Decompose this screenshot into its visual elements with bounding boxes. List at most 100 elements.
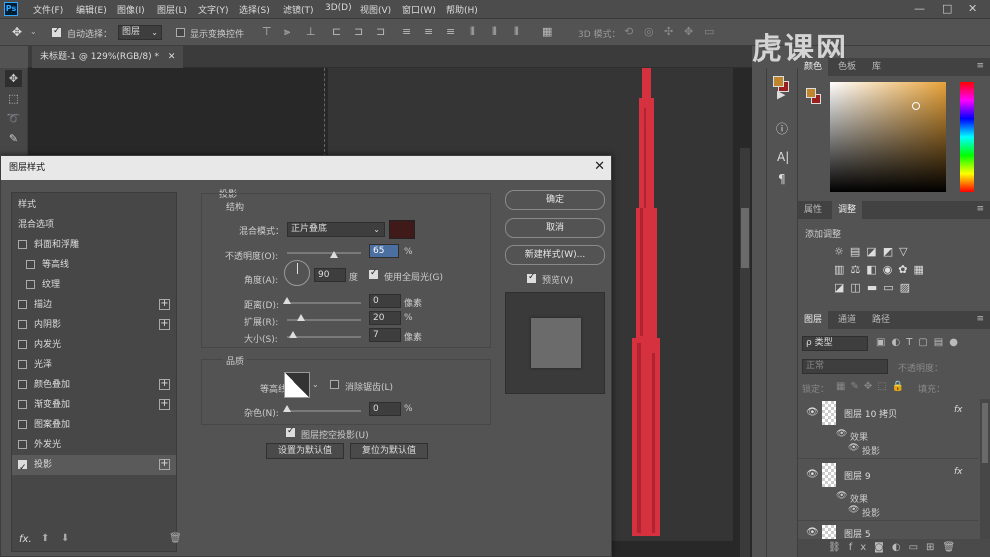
- move-tool-icon[interactable]: ✥: [5, 70, 22, 87]
- reset-default-button[interactable]: 复位为默认值: [350, 443, 428, 459]
- eye-icon[interactable]: 👁: [806, 407, 819, 418]
- style-checkbox[interactable]: [18, 360, 27, 369]
- chevron-down-icon[interactable]: ⌄: [30, 27, 37, 36]
- color-balance-icon[interactable]: ⚖: [850, 263, 866, 276]
- layer-item[interactable]: 👁 图层 10 拷贝 fx 👁 效果 👁 投影: [798, 399, 978, 459]
- gradient-map-icon[interactable]: ▭: [883, 281, 899, 294]
- filter-shape-icon[interactable]: ▢: [918, 337, 933, 348]
- close-tab-icon[interactable]: ✕: [168, 52, 176, 62]
- add-effect-icon[interactable]: +: [159, 399, 170, 410]
- eye-icon[interactable]: 👁: [848, 443, 859, 453]
- distance-slider-thumb[interactable]: [283, 297, 291, 304]
- style-item[interactable]: 光泽: [12, 355, 176, 375]
- eye-icon[interactable]: 👁: [836, 491, 847, 501]
- info-icon[interactable]: ⓘ: [776, 120, 788, 137]
- panel-menu-icon[interactable]: ≡: [976, 204, 984, 214]
- cancel-button[interactable]: 取消: [505, 218, 605, 238]
- align-left-icon[interactable]: ⊏: [332, 25, 341, 38]
- scrollbar-thumb[interactable]: [982, 403, 988, 463]
- layer-name[interactable]: 图层 10 拷贝: [844, 407, 897, 420]
- scrollbar-thumb[interactable]: [741, 208, 749, 268]
- color-fg-bg[interactable]: [806, 88, 821, 104]
- fx-badge[interactable]: fx: [954, 467, 963, 477]
- channel-mixer-icon[interactable]: ✿: [898, 263, 913, 276]
- 3d-slide-icon[interactable]: ✥: [684, 25, 693, 38]
- lasso-tool-icon[interactable]: ➰: [5, 110, 22, 127]
- style-item[interactable]: 斜面和浮雕: [12, 235, 176, 255]
- size-slider-thumb[interactable]: [289, 331, 297, 338]
- 3d-scale-icon[interactable]: ▭: [704, 25, 714, 38]
- size-slider[interactable]: [287, 336, 361, 338]
- set-default-button[interactable]: 设置为默认值: [266, 443, 344, 459]
- 3d-pan-icon[interactable]: ✣: [664, 25, 673, 38]
- tab-paths[interactable]: 路径: [866, 311, 896, 329]
- close-icon[interactable]: ✕: [594, 159, 605, 174]
- auto-select-checkbox[interactable]: [52, 26, 61, 37]
- distance-input[interactable]: 0: [369, 294, 401, 308]
- anti-alias-checkbox[interactable]: [330, 380, 339, 389]
- opacity-input[interactable]: 65: [369, 244, 399, 258]
- menu-file[interactable]: 文件(F): [33, 3, 63, 16]
- threshold-icon[interactable]: ▬: [867, 281, 883, 294]
- posterize-icon[interactable]: ◫: [850, 281, 866, 294]
- opacity-slider-thumb[interactable]: [330, 251, 338, 258]
- add-effect-icon[interactable]: +: [159, 319, 170, 330]
- tab-properties[interactable]: 属性: [798, 201, 828, 219]
- 3d-roll-icon[interactable]: ◎: [644, 25, 654, 38]
- add-effect-icon[interactable]: +: [159, 459, 170, 470]
- lock-icons[interactable]: ▦✎✥⬚🔒: [836, 381, 909, 392]
- opacity-slider[interactable]: [287, 252, 361, 254]
- size-input[interactable]: 7: [369, 328, 401, 342]
- panel-menu-icon[interactable]: ≡: [976, 61, 984, 71]
- distribute-hcenter-icon[interactable]: ⦀: [492, 25, 497, 39]
- style-item[interactable]: 渐变叠加 +: [12, 395, 176, 415]
- distribute-top-icon[interactable]: ≡: [402, 25, 411, 38]
- filter-adjust-icon[interactable]: ◐: [891, 337, 906, 348]
- link-icon[interactable]: ⛓: [828, 542, 849, 553]
- add-effect-icon[interactable]: +: [159, 379, 170, 390]
- filter-smart-icon[interactable]: ▤: [934, 337, 949, 348]
- style-item[interactable]: 等高线: [12, 255, 176, 275]
- align-hcenter-icon[interactable]: ⊐: [354, 25, 363, 38]
- filter-type-icon[interactable]: T: [906, 337, 918, 348]
- menu-type[interactable]: 文字(Y): [198, 3, 229, 16]
- ok-button[interactable]: 确定: [505, 190, 605, 210]
- 3d-rotate-icon[interactable]: ⟲: [624, 25, 633, 38]
- noise-input[interactable]: 0: [369, 402, 401, 416]
- move-up-icon[interactable]: ⬆: [41, 533, 49, 544]
- adjustment-layer-icon[interactable]: ◐: [892, 542, 909, 553]
- align-top-icon[interactable]: ⊤: [262, 25, 272, 38]
- style-item[interactable]: 内阴影 +: [12, 315, 176, 335]
- hue-slider[interactable]: [960, 82, 974, 192]
- color-field[interactable]: [830, 82, 946, 192]
- panel-menu-icon[interactable]: ≡: [976, 314, 984, 324]
- move-down-icon[interactable]: ⬇: [61, 533, 69, 544]
- fx-icon[interactable]: fx: [849, 542, 874, 553]
- group-icon[interactable]: ▭: [909, 542, 926, 553]
- menu-image[interactable]: 图像(I): [117, 3, 145, 16]
- vertical-scrollbar[interactable]: [740, 148, 750, 557]
- style-item[interactable]: 颜色叠加 +: [12, 375, 176, 395]
- distribute-left-icon[interactable]: ⦀: [470, 25, 475, 39]
- distribute-vcenter-icon[interactable]: ≡: [424, 25, 433, 38]
- exposure-icon[interactable]: ◩: [883, 245, 899, 258]
- menu-filter[interactable]: 滤镜(T): [283, 3, 314, 16]
- eye-icon[interactable]: 👁: [806, 527, 819, 538]
- play-icon[interactable]: ▶: [777, 88, 785, 101]
- knockout-checkbox[interactable]: [286, 426, 295, 437]
- style-checkbox[interactable]: [18, 320, 27, 329]
- quick-select-tool-icon[interactable]: ✎: [5, 130, 22, 147]
- global-light-checkbox[interactable]: [369, 268, 378, 279]
- distance-slider[interactable]: [287, 302, 361, 304]
- document-tab[interactable]: 未标题-1 @ 129%(RGB/8) * ✕: [32, 46, 184, 68]
- menu-layer[interactable]: 图层(L): [157, 3, 187, 16]
- selective-color-icon[interactable]: ▨: [900, 281, 916, 294]
- chevron-down-icon[interactable]: ⌄: [312, 380, 319, 389]
- preview-checkbox[interactable]: [527, 272, 536, 283]
- menu-edit[interactable]: 编辑(E): [76, 3, 107, 16]
- style-item[interactable]: 外发光: [12, 435, 176, 455]
- layers-scrollbar[interactable]: [980, 399, 990, 539]
- blend-mode-dropdown[interactable]: 正片叠底 ⌄: [287, 222, 385, 237]
- eye-icon[interactable]: 👁: [806, 469, 819, 480]
- spread-input[interactable]: 20: [369, 311, 401, 325]
